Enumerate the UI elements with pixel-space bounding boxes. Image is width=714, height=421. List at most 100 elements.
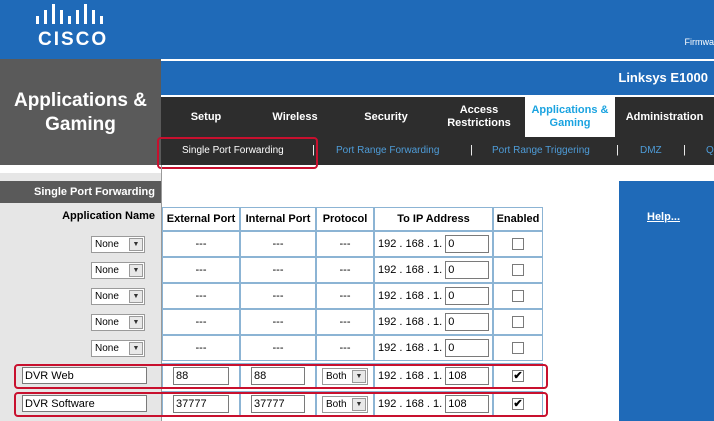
application-select[interactable]: None ▼ [91, 236, 145, 253]
subnav-separator: | [616, 144, 619, 156]
router-admin-page: CISCO Firmwa Applications & Gaming Links… [0, 0, 714, 421]
ip-last-octet-input[interactable]: 0 [445, 261, 490, 279]
chevron-down-icon[interactable]: ▼ [129, 316, 143, 329]
subnav-separator: | [683, 144, 686, 156]
internal-port-value: --- [272, 342, 284, 354]
ip-last-octet-input[interactable]: 0 [445, 235, 490, 253]
cisco-logo: CISCO [30, 2, 110, 50]
chevron-down-icon[interactable]: ▼ [129, 290, 143, 303]
header-banner: CISCO Firmwa [0, 0, 714, 59]
subnav-port-range-triggering[interactable]: Port Range Triggering [492, 145, 590, 156]
subnav-dmz[interactable]: DMZ [640, 145, 662, 156]
internal-port-value: --- [272, 264, 284, 276]
internal-port-cell: --- [240, 231, 316, 257]
internal-port-cell: --- [240, 283, 316, 309]
subnav-port-range-forwarding[interactable]: Port Range Forwarding [336, 145, 439, 156]
enabled-cell [493, 335, 543, 361]
ip-prefix: 192 . 168 . 1. [378, 264, 443, 276]
header-internal-port: Internal Port [240, 207, 316, 231]
dvr-web-highlight [14, 364, 548, 389]
protocol-value: --- [339, 342, 351, 354]
tab-wireless[interactable]: Wireless [251, 97, 339, 137]
protocol-value: --- [339, 264, 351, 276]
header-external-port: External Port [162, 207, 240, 231]
external-port-cell: --- [162, 257, 240, 283]
application-select-value: None [95, 317, 119, 328]
single-port-forwarding-highlight [157, 137, 318, 169]
tab-administration[interactable]: Administration [615, 97, 714, 137]
internal-port-value: --- [272, 238, 284, 250]
ip-last-octet-input[interactable]: 0 [445, 339, 490, 357]
ip-address-cell: 192 . 168 . 1. 0 [374, 335, 493, 361]
application-select[interactable]: None ▼ [91, 314, 145, 331]
external-port-cell: --- [162, 231, 240, 257]
enabled-checkbox[interactable] [512, 316, 524, 328]
protocol-cell: --- [316, 283, 374, 309]
application-select-value: None [95, 291, 119, 302]
chevron-down-icon[interactable]: ▼ [129, 342, 143, 355]
enabled-cell [493, 257, 543, 283]
protocol-value: --- [339, 316, 351, 328]
internal-port-value: --- [272, 290, 284, 302]
enabled-cell [493, 283, 543, 309]
enabled-checkbox[interactable] [512, 342, 524, 354]
cisco-logo-text: CISCO [38, 29, 109, 50]
application-select[interactable]: None ▼ [91, 288, 145, 305]
internal-port-cell: --- [240, 309, 316, 335]
application-select-value: None [95, 343, 119, 354]
section-heading: Single Port Forwarding [0, 181, 161, 203]
subnav-separator: | [470, 144, 473, 156]
header-enabled: Enabled [493, 207, 543, 231]
external-port-cell: --- [162, 335, 240, 361]
header-to-ip-address: To IP Address [374, 207, 493, 231]
external-port-cell: --- [162, 309, 240, 335]
cisco-logo-bars-icon [36, 4, 103, 24]
external-port-value: --- [195, 316, 207, 328]
enabled-cell [493, 309, 543, 335]
ip-last-octet-input[interactable]: 0 [445, 287, 490, 305]
help-link[interactable]: Help... [647, 211, 680, 223]
chevron-down-icon[interactable]: ▼ [129, 264, 143, 277]
tab-security[interactable]: Security [339, 97, 433, 137]
external-port-value: --- [195, 238, 207, 250]
application-select-value: None [95, 265, 119, 276]
ip-address-cell: 192 . 168 . 1. 0 [374, 257, 493, 283]
external-port-value: --- [195, 290, 207, 302]
ip-prefix: 192 . 168 . 1. [378, 290, 443, 302]
firmware-label: Firmwa [684, 37, 714, 47]
application-select-value: None [95, 239, 119, 250]
dvr-software-highlight [14, 392, 548, 417]
header-protocol: Protocol [316, 207, 374, 231]
page-title: Applications & Gaming [13, 90, 147, 135]
subnav-qos[interactable]: Q [706, 145, 714, 156]
external-port-value: --- [195, 342, 207, 354]
ip-prefix: 192 . 168 . 1. [378, 316, 443, 328]
enabled-cell [493, 231, 543, 257]
model-bar: Linksys E1000 [161, 59, 714, 95]
main-nav: Setup Wireless Security Access Restricti… [161, 95, 714, 139]
tab-access-restrictions[interactable]: Access Restrictions [433, 97, 525, 137]
ip-prefix: 192 . 168 . 1. [378, 342, 443, 354]
protocol-value: --- [339, 238, 351, 250]
enabled-checkbox[interactable] [512, 238, 524, 250]
protocol-cell: --- [316, 309, 374, 335]
ip-address-cell: 192 . 168 . 1. 0 [374, 283, 493, 309]
protocol-value: --- [339, 290, 351, 302]
protocol-cell: --- [316, 335, 374, 361]
ip-address-cell: 192 . 168 . 1. 0 [374, 309, 493, 335]
internal-port-value: --- [272, 316, 284, 328]
tab-setup[interactable]: Setup [161, 97, 251, 137]
internal-port-cell: --- [240, 335, 316, 361]
chevron-down-icon[interactable]: ▼ [129, 238, 143, 251]
external-port-cell: --- [162, 283, 240, 309]
ip-last-octet-input[interactable]: 0 [445, 313, 490, 331]
enabled-checkbox[interactable] [512, 264, 524, 276]
subnav-left-fill [0, 137, 161, 165]
enabled-checkbox[interactable] [512, 290, 524, 302]
protocol-cell: --- [316, 231, 374, 257]
application-select[interactable]: None ▼ [91, 340, 145, 357]
application-select[interactable]: None ▼ [91, 262, 145, 279]
ip-prefix: 192 . 168 . 1. [378, 238, 443, 250]
ip-address-cell: 192 . 168 . 1. 0 [374, 231, 493, 257]
tab-applications-gaming[interactable]: Applications & Gaming [525, 95, 615, 139]
